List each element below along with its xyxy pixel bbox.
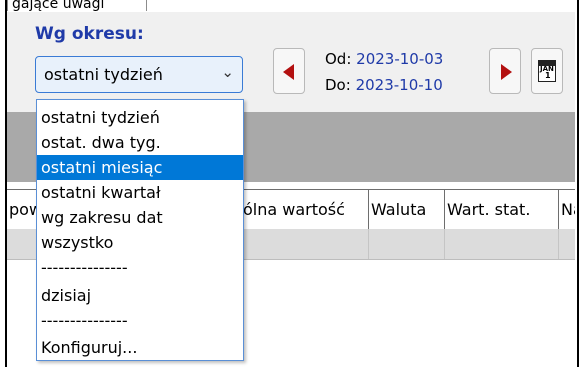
tab-alerts[interactable]: gające uwagi [7,0,147,11]
window-frame: gające uwagi Wg okresu: ostatni tydzień … [5,0,579,367]
dropdown-option-today[interactable]: dzisiaj [37,283,243,308]
chevron-down-icon: ⌄ [221,63,234,81]
date-to-label: Do: [325,76,351,94]
period-filter-panel: Wg okresu: ostatni tydzień ⌄ Od: 2023-10… [7,12,575,112]
table-cell[interactable] [241,229,369,259]
date-from-value: 2023-10-03 [356,50,444,68]
column-header[interactable]: Na [559,190,575,230]
date-to-value: 2023-10-10 [355,76,443,94]
date-from: Od: 2023-10-03 [325,50,443,68]
table-cell[interactable] [369,229,445,259]
column-header[interactable]: ólna wartość [241,190,369,230]
dropdown-separator: --------------- [41,258,128,277]
period-label: Wg okresu: [35,24,144,44]
previous-period-button[interactable] [273,48,305,94]
arrow-left-icon [283,64,294,80]
arrow-right-icon [501,64,512,80]
dropdown-option-last-quarter[interactable]: ostatni kwartał [37,180,243,205]
dropdown-option-last-two-weeks[interactable]: ostat. dwa tyg. [37,130,243,155]
dropdown-separator: --------------- [41,311,128,330]
date-to: Do: 2023-10-10 [325,76,443,94]
dropdown-option-last-month[interactable]: ostatni miesiąc [37,155,243,180]
table-cell[interactable] [445,229,559,259]
dropdown-option-configure[interactable]: Konfiguruj... [37,335,243,360]
calendar-button[interactable]: JAN 1 [531,48,563,94]
column-header[interactable]: Waluta [369,190,445,230]
column-header[interactable]: Wart. stat. [445,190,559,230]
period-select-value: ostatni tydzień [44,65,163,84]
period-dropdown-list: ostatni tydzień ostat. dwa tyg. ostatni … [36,99,244,361]
calendar-icon: JAN 1 [538,60,556,82]
next-period-button[interactable] [489,48,521,94]
date-from-label: Od: [325,50,352,68]
dropdown-option-date-range[interactable]: wg zakresu dat [37,205,243,230]
calendar-icon-day: 1 [545,71,551,80]
period-select[interactable]: ostatni tydzień ⌄ [35,56,243,93]
dropdown-option-last-week[interactable]: ostatni tydzień [37,105,243,130]
dropdown-option-all[interactable]: wszystko [37,230,243,255]
